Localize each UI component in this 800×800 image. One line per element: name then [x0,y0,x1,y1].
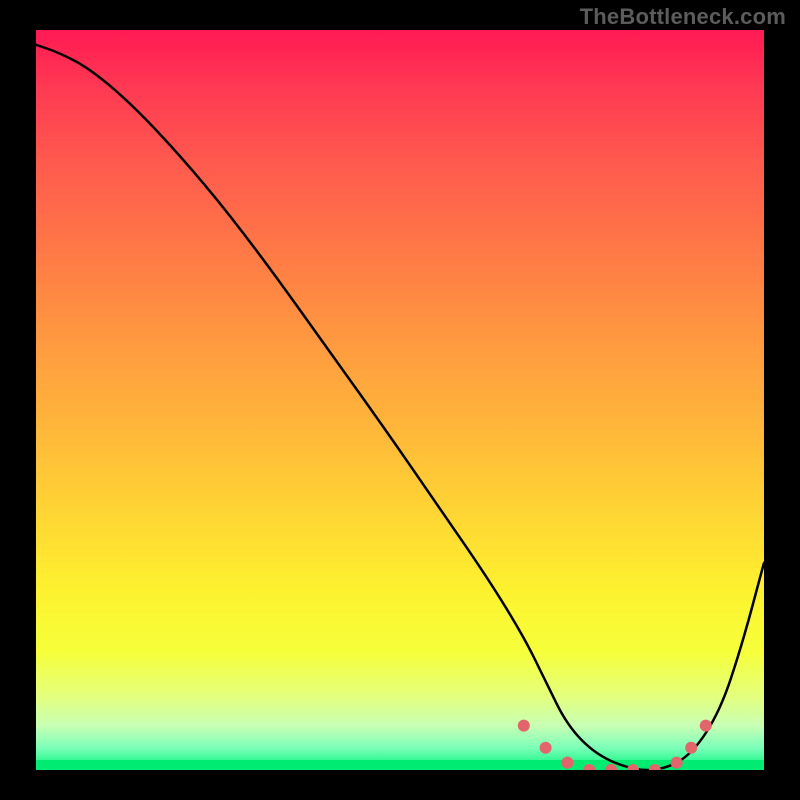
watermark-text: TheBottleneck.com [580,4,786,30]
bottleneck-curve [36,45,764,770]
curve-layer [36,30,764,770]
chart-frame: TheBottleneck.com [0,0,800,800]
plot-area [36,30,764,770]
curve-marker [540,742,552,754]
curve-marker [583,764,595,770]
curve-marker [685,742,697,754]
curve-marker [605,764,617,770]
curve-marker [518,720,530,732]
curve-marker [700,720,712,732]
curve-marker [671,757,683,769]
curve-marker [649,764,661,770]
curve-marker [627,764,639,770]
curve-marker [561,757,573,769]
